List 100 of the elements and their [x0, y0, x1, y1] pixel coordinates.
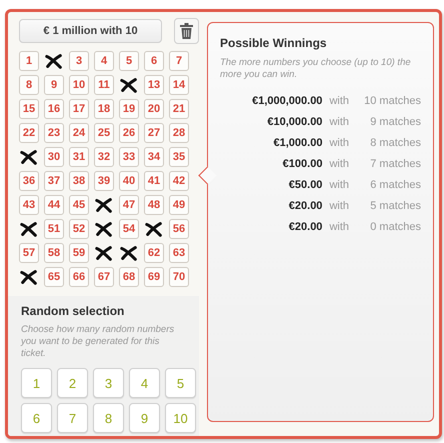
number-cell[interactable]: 28	[169, 123, 189, 143]
with-label: with	[329, 158, 349, 170]
random-count-button[interactable]: 1	[21, 368, 52, 398]
number-cell[interactable]: 62	[144, 243, 164, 263]
number-cell[interactable]: 48	[144, 195, 164, 215]
number-cell[interactable]: 4	[94, 51, 114, 71]
crossed-number-cell[interactable]	[119, 243, 139, 263]
number-cell[interactable]: 43	[19, 195, 39, 215]
number-cell[interactable]: 24	[69, 123, 89, 143]
crossed-number-cell[interactable]	[19, 267, 39, 287]
jackpot-button[interactable]: € 1 million with 10	[19, 19, 162, 43]
with-label: with	[329, 137, 349, 149]
number-cell[interactable]: 22	[19, 123, 39, 143]
number-cell[interactable]: 7	[169, 51, 189, 71]
crossed-number-cell[interactable]	[94, 219, 114, 239]
match-count: 6 matches	[370, 179, 421, 191]
prize-amount: €1,000.00	[274, 137, 322, 149]
crossed-number-cell[interactable]	[94, 243, 114, 263]
number-cell[interactable]: 32	[94, 147, 114, 167]
number-cell[interactable]: 31	[69, 147, 89, 167]
number-cell[interactable]: 57	[19, 243, 39, 263]
number-cell[interactable]: 25	[94, 123, 114, 143]
crossed-number-cell[interactable]	[19, 219, 39, 239]
number-cell[interactable]: 65	[44, 267, 64, 287]
with-label: with	[329, 200, 349, 212]
random-count-button[interactable]: 4	[129, 368, 160, 398]
random-count-button[interactable]: 9	[129, 403, 160, 433]
number-cell[interactable]: 18	[94, 99, 114, 119]
number-cell[interactable]: 35	[169, 147, 189, 167]
match-count: 9 matches	[370, 116, 421, 128]
crossed-number-cell[interactable]	[44, 51, 64, 71]
number-cell[interactable]: 10	[69, 75, 89, 95]
number-cell[interactable]: 21	[169, 99, 189, 119]
number-cell[interactable]: 40	[119, 171, 139, 191]
number-cell[interactable]: 66	[69, 267, 89, 287]
number-cell[interactable]: 5	[119, 51, 139, 71]
number-cell[interactable]: 9	[44, 75, 64, 95]
prize-amount: €1,000,000.00	[252, 95, 322, 107]
panel-description: The more numbers you choose (up to 10) the more you can win.	[220, 57, 412, 81]
number-cell[interactable]: 51	[44, 219, 64, 239]
number-cell[interactable]: 3	[69, 51, 89, 71]
match-count: 10 matches	[364, 95, 421, 107]
section-description: Choose how many random numbers you want to be generated for this ticket.	[21, 324, 176, 360]
number-cell[interactable]: 17	[69, 99, 89, 119]
random-count-button[interactable]: 6	[21, 403, 52, 433]
number-cell[interactable]: 39	[94, 171, 114, 191]
number-cell[interactable]: 20	[144, 99, 164, 119]
number-cell[interactable]: 26	[119, 123, 139, 143]
number-cell[interactable]: 58	[44, 243, 64, 263]
panel-title: Possible Winnings	[220, 36, 328, 50]
crossed-number-cell[interactable]	[119, 75, 139, 95]
number-cell[interactable]: 41	[144, 171, 164, 191]
match-count: 0 matches	[370, 221, 421, 233]
number-cell[interactable]: 13	[144, 75, 164, 95]
number-cell[interactable]: 37	[44, 171, 64, 191]
random-count-button[interactable]: 2	[57, 368, 88, 398]
random-count-button[interactable]: 7	[57, 403, 88, 433]
trash-button[interactable]	[174, 18, 199, 44]
prize-amount: €20.00	[288, 221, 322, 233]
number-cell[interactable]: 15	[19, 99, 39, 119]
number-cell[interactable]: 34	[144, 147, 164, 167]
number-cell[interactable]: 59	[69, 243, 89, 263]
number-cell[interactable]: 6	[144, 51, 164, 71]
crossed-number-cell[interactable]	[144, 219, 164, 239]
crossed-number-cell[interactable]	[19, 147, 39, 167]
number-cell[interactable]: 19	[119, 99, 139, 119]
number-cell[interactable]: 69	[144, 267, 164, 287]
number-cell[interactable]: 49	[169, 195, 189, 215]
trash-icon	[180, 23, 193, 39]
crossed-number-cell[interactable]	[94, 195, 114, 215]
number-cell[interactable]: 16	[44, 99, 64, 119]
random-count-button[interactable]: 3	[93, 368, 124, 398]
number-cell[interactable]: 54	[119, 219, 139, 239]
number-cell[interactable]: 11	[94, 75, 114, 95]
number-cell[interactable]: 27	[144, 123, 164, 143]
number-cell[interactable]: 68	[119, 267, 139, 287]
number-cell[interactable]: 44	[44, 195, 64, 215]
number-cell[interactable]: 56	[169, 219, 189, 239]
random-count-button[interactable]: 5	[165, 368, 196, 398]
number-cell[interactable]: 38	[69, 171, 89, 191]
number-cell[interactable]: 42	[169, 171, 189, 191]
number-cell[interactable]: 70	[169, 267, 189, 287]
number-cell[interactable]: 30	[44, 147, 64, 167]
prize-amount: €20.00	[288, 200, 322, 212]
number-cell[interactable]: 67	[94, 267, 114, 287]
random-count-button[interactable]: 8	[93, 403, 124, 433]
number-cell[interactable]: 36	[19, 171, 39, 191]
number-cell[interactable]: 1	[19, 51, 39, 71]
number-cell[interactable]: 23	[44, 123, 64, 143]
section-title: Random selection	[21, 304, 126, 318]
number-cell[interactable]: 8	[19, 75, 39, 95]
number-cell[interactable]: 33	[119, 147, 139, 167]
number-cell[interactable]: 63	[169, 243, 189, 263]
number-cell[interactable]: 47	[119, 195, 139, 215]
prize-amount: €50.00	[288, 179, 322, 191]
random-count-button[interactable]: 10	[165, 403, 196, 433]
number-cell[interactable]: 45	[69, 195, 89, 215]
number-cell[interactable]: 52	[69, 219, 89, 239]
prize-amount: €100.00	[282, 158, 322, 170]
number-cell[interactable]: 14	[169, 75, 189, 95]
